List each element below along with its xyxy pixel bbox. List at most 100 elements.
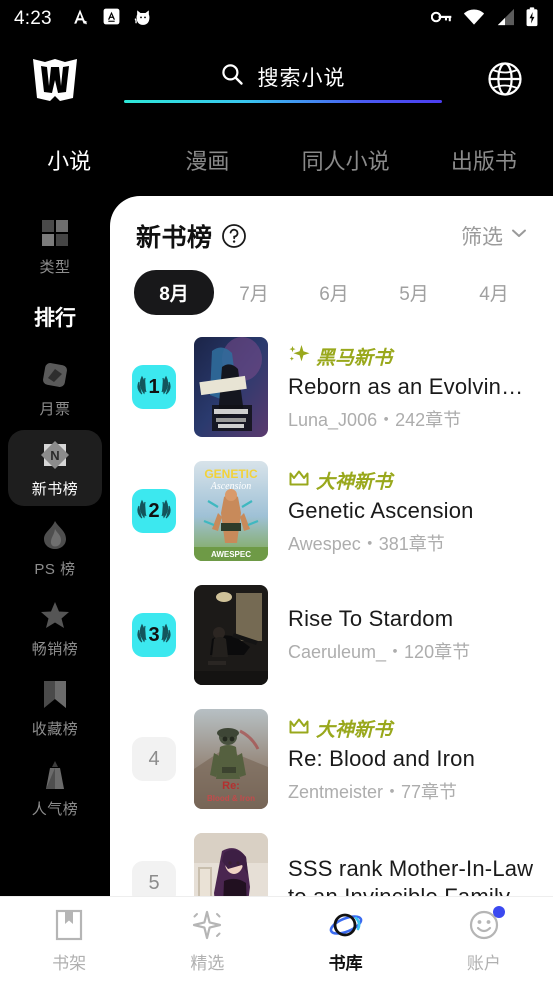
month-chip-7[interactable]: 7月 bbox=[214, 270, 294, 315]
search-underline bbox=[123, 99, 442, 103]
book-tag: 大神新书 bbox=[288, 467, 535, 494]
book-ranking-list: 1 黑马新书 Reborn as an Evolving ... Luna_J0… bbox=[110, 321, 553, 906]
book-info: 黑马新书 Reborn as an Evolving ... Luna_J006… bbox=[288, 343, 535, 432]
sidebar-item-new-books[interactable]: N 新书榜 bbox=[8, 430, 102, 506]
tab-published[interactable]: 出版书 bbox=[415, 144, 553, 176]
book-info: 大神新书 Genetic Ascension Awespec・381章节 bbox=[288, 467, 535, 556]
book-cover[interactable] bbox=[194, 585, 268, 685]
sidebar-item-label: 收藏榜 bbox=[31, 721, 79, 738]
bottom-navigation: 书架 精选 书库 账户 bbox=[0, 896, 553, 984]
battery-charging-icon bbox=[525, 6, 539, 32]
search-input[interactable]: 搜索小说 bbox=[258, 62, 346, 92]
crown-icon bbox=[288, 715, 310, 742]
nav-item-label: 书架 bbox=[52, 953, 87, 973]
svg-text:GENETIC: GENETIC bbox=[204, 467, 258, 481]
notification-badge bbox=[492, 905, 505, 918]
book-cover[interactable] bbox=[194, 337, 268, 437]
rank-badge: 1 bbox=[132, 365, 176, 409]
month-filter-chips: 8月 7月 6月 5月 4月 bbox=[110, 254, 553, 321]
nav-item-library[interactable]: 书库 bbox=[277, 908, 415, 974]
month-chip-8[interactable]: 8月 bbox=[134, 270, 214, 315]
question-circle-icon[interactable] bbox=[221, 223, 247, 249]
page-title: 新书榜 bbox=[136, 224, 213, 252]
month-chip-5[interactable]: 5月 bbox=[374, 270, 454, 315]
app-header: 搜索小说 bbox=[0, 44, 553, 114]
tab-comics[interactable]: 漫画 bbox=[138, 144, 276, 176]
panel-header: 新书榜 筛选 bbox=[110, 196, 553, 254]
svg-text:AWESPEC: AWESPEC bbox=[211, 550, 251, 559]
book-title: Rise To Stardom bbox=[288, 606, 454, 631]
book-tag: 黑马新书 bbox=[288, 343, 535, 370]
book-meta: Awespec・381章节 bbox=[288, 533, 445, 554]
status-time: 4:23 bbox=[14, 8, 52, 29]
sidebar-item-popularity[interactable]: 人气榜 bbox=[8, 750, 102, 826]
nav-item-bookshelf[interactable]: 书架 bbox=[0, 908, 138, 974]
app-a-icon bbox=[102, 7, 121, 31]
month-chip-4[interactable]: 4月 bbox=[454, 270, 534, 315]
sidebar-section-title: 排行 bbox=[34, 307, 76, 330]
diamond-ticket-icon bbox=[39, 359, 71, 391]
sparkle-icon bbox=[288, 343, 310, 370]
sidebar-item-label: 月票 bbox=[39, 401, 71, 418]
book-meta: Caeruleum_・120章节 bbox=[288, 642, 471, 662]
book-tag-label: 大神新书 bbox=[316, 719, 393, 741]
vpn-key-icon bbox=[430, 9, 453, 30]
sidebar-item-bestseller[interactable]: 畅销榜 bbox=[8, 590, 102, 666]
book-tag-label: 黑马新书 bbox=[316, 347, 393, 369]
cat-app-icon bbox=[133, 7, 153, 32]
flame-icon bbox=[39, 519, 71, 551]
star-icon bbox=[39, 599, 71, 631]
chevron-down-icon bbox=[509, 223, 529, 249]
sidebar-item-category[interactable]: 类型 bbox=[8, 208, 102, 284]
sidebar-item-label: 新书榜 bbox=[31, 481, 79, 498]
month-chip-6[interactable]: 6月 bbox=[294, 270, 374, 315]
tab-fanfic[interactable]: 同人小说 bbox=[277, 144, 415, 176]
webnovel-w-logo[interactable] bbox=[28, 56, 82, 102]
book-cover[interactable]: GENETIC Ascension AWESPEC bbox=[194, 461, 268, 561]
status-system-icons bbox=[430, 6, 539, 32]
rank-badge: 4 bbox=[132, 737, 176, 781]
filter-label: 筛选 bbox=[461, 226, 503, 249]
sidebar-item-ps-rank[interactable]: PS 榜 bbox=[8, 510, 102, 586]
list-item[interactable]: 1 黑马新书 Reborn as an Evolving ... Luna_J0… bbox=[110, 325, 553, 449]
globe-icon[interactable] bbox=[483, 59, 527, 99]
sidebar-item-label: PS 榜 bbox=[34, 561, 76, 578]
book-cover[interactable]: Re: Blood & Iron bbox=[194, 709, 268, 809]
list-item[interactable]: 2 GENETIC Ascension AWESPEC 大神新书 Genetic… bbox=[110, 449, 553, 573]
sidebar-item-monthly-ticket[interactable]: 月票 bbox=[8, 350, 102, 426]
list-item[interactable]: 5 SSS rank Mother-In-Law to an Invincibl… bbox=[110, 821, 553, 906]
list-item[interactable]: 4 Re: Blood & Iron 大神新书 Re: Blood and Ir… bbox=[110, 697, 553, 821]
list-item[interactable]: 3 Rise To Stardom Caeruleum_・120章节 bbox=[110, 573, 553, 697]
book-info: Rise To Stardom Caeruleum_・120章节 bbox=[288, 606, 535, 664]
tab-novels[interactable]: 小说 bbox=[0, 144, 138, 176]
bookmark-icon bbox=[39, 679, 71, 711]
new-badge-icon: N bbox=[39, 439, 71, 471]
book-tag-label: 大神新书 bbox=[316, 471, 393, 493]
nav-item-featured[interactable]: 精选 bbox=[138, 908, 276, 974]
trophy-icon bbox=[39, 759, 71, 791]
svg-text:Blood & Iron: Blood & Iron bbox=[207, 794, 255, 803]
wifi-icon bbox=[463, 8, 485, 31]
book-title: Re: Blood and Iron bbox=[288, 745, 476, 771]
svg-text:N: N bbox=[50, 448, 59, 463]
search-icon bbox=[220, 62, 244, 91]
book-title: Genetic Ascension bbox=[288, 497, 474, 523]
status-notification-icons bbox=[70, 7, 153, 32]
sparkle-icon bbox=[190, 908, 224, 942]
autofill-a-icon bbox=[70, 7, 90, 32]
sidebar-item-label: 畅销榜 bbox=[31, 641, 79, 658]
nav-item-label: 书库 bbox=[328, 953, 363, 973]
nav-item-account[interactable]: 账户 bbox=[415, 905, 553, 974]
cellular-signal-icon bbox=[495, 8, 515, 31]
bookshelf-icon bbox=[52, 908, 86, 942]
status-bar: 4:23 bbox=[0, 0, 553, 38]
crown-icon bbox=[288, 467, 310, 494]
search-bar[interactable]: 搜索小说 bbox=[88, 56, 477, 103]
book-info: 大神新书 Re: Blood and Iron Zentmeister・77章节 bbox=[288, 715, 535, 804]
content-type-tabs: 小说 漫画 同人小说 出版书 bbox=[0, 132, 553, 188]
filter-button[interactable]: 筛选 bbox=[461, 221, 529, 251]
book-meta: Luna_J006・242章节 bbox=[288, 409, 462, 430]
rank-number: 4 bbox=[148, 747, 160, 770]
sidebar-item-collection[interactable]: 收藏榜 bbox=[8, 670, 102, 746]
book-tag: 大神新书 bbox=[288, 715, 535, 742]
